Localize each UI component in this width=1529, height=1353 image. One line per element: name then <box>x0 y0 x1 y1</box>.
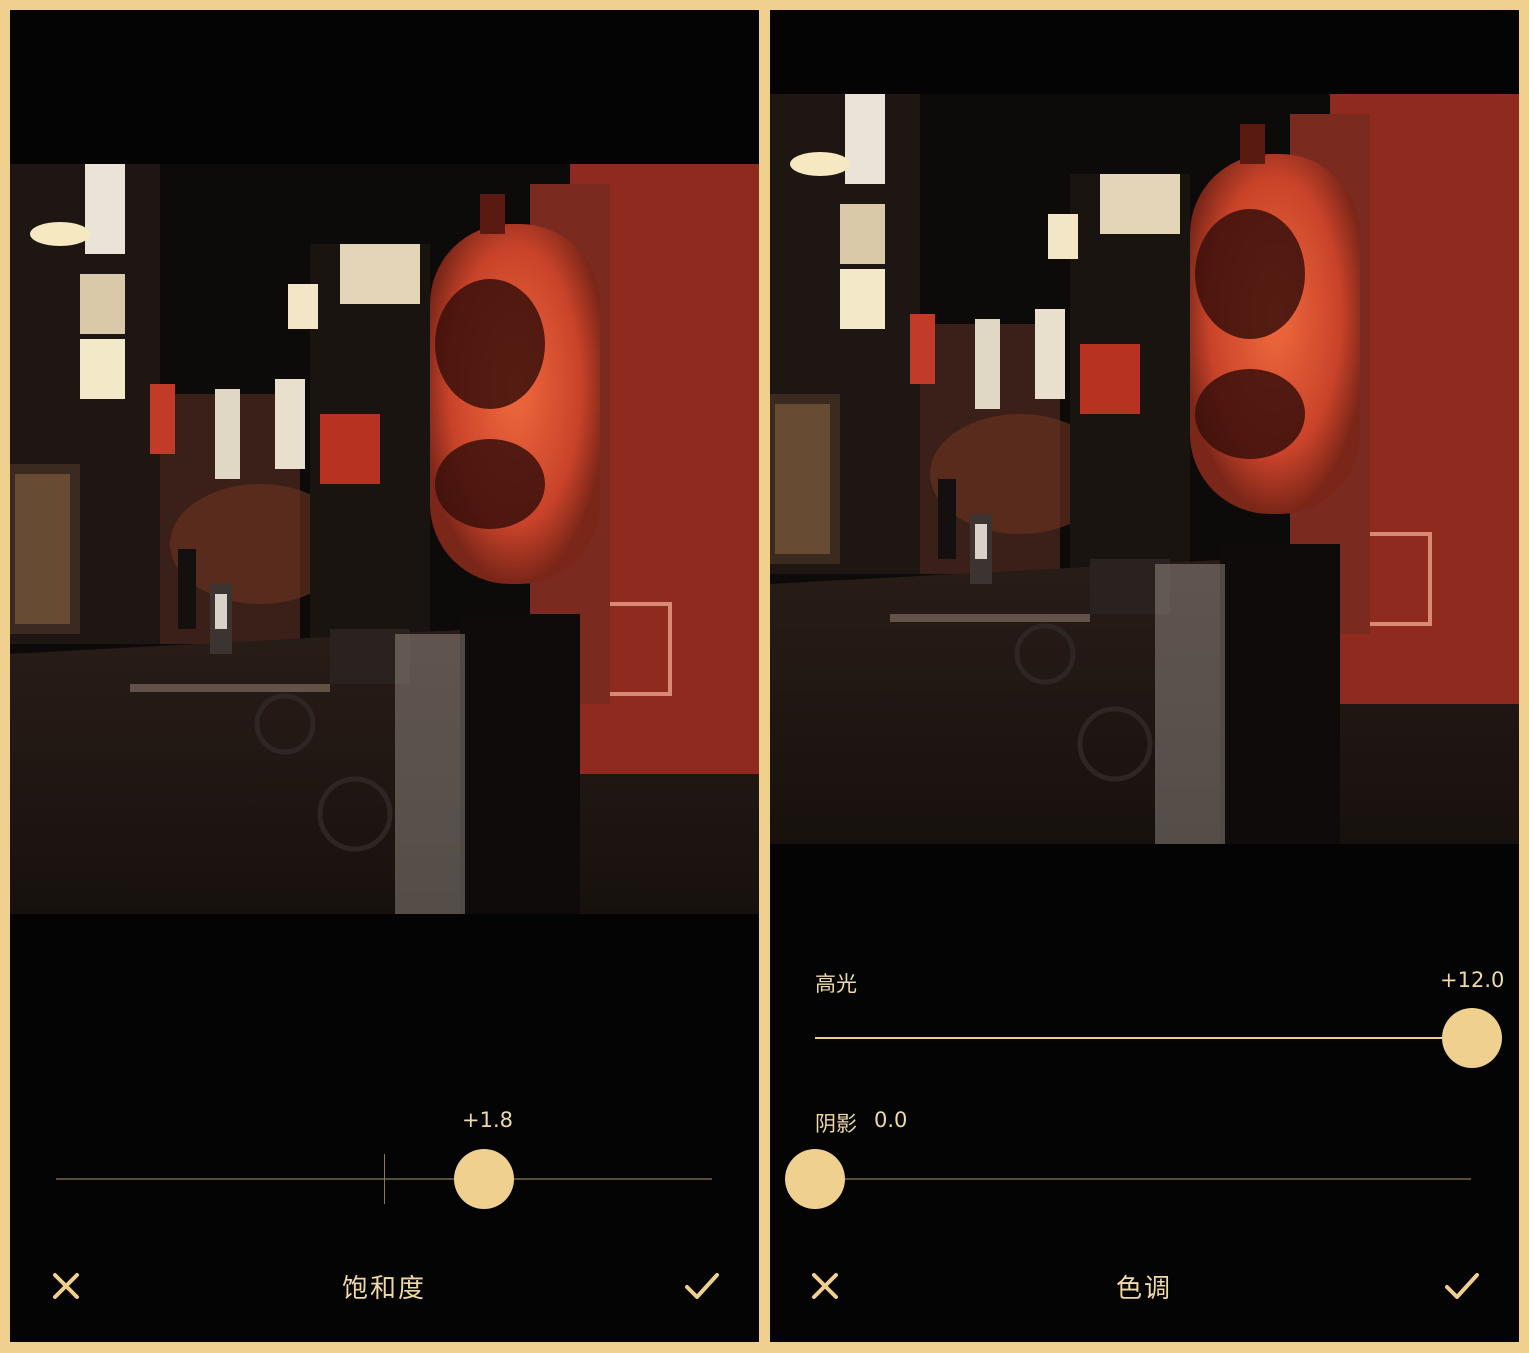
slider-knob[interactable] <box>454 1149 514 1209</box>
slider-knob[interactable] <box>1442 1008 1502 1068</box>
slider-center-tick <box>384 1154 385 1204</box>
street-night-photo <box>10 164 759 914</box>
saturation-editor-panel: +1.8 饱和度 <box>10 10 759 1342</box>
cancel-button[interactable] <box>805 1266 845 1306</box>
highlights-label: 高光 <box>815 972 857 996</box>
tool-title: 色调 <box>1115 1274 1172 1304</box>
confirm-button[interactable] <box>682 1266 722 1306</box>
close-icon <box>812 1273 838 1299</box>
photo-preview <box>10 164 759 914</box>
shadows-value: 0.0 <box>874 1108 908 1132</box>
check-icon <box>685 1273 719 1299</box>
tone-editor-panel: 高光 +12.0 阴影 0.0 色调 <box>770 10 1519 1342</box>
tool-title: 饱和度 <box>341 1274 426 1304</box>
cancel-button[interactable] <box>46 1266 86 1306</box>
saturation-value: +1.8 <box>462 1108 513 1132</box>
check-icon <box>1445 1273 1479 1299</box>
close-icon <box>53 1273 79 1299</box>
highlights-value: +12.0 <box>1440 968 1505 992</box>
shadows-label: 阴影 <box>815 1112 857 1136</box>
slider-track[interactable] <box>815 1178 1471 1180</box>
confirm-button[interactable] <box>1442 1266 1482 1306</box>
slider-knob[interactable] <box>785 1149 845 1209</box>
slider-track[interactable] <box>815 1037 1471 1039</box>
photo-preview <box>770 94 1519 844</box>
street-night-photo <box>770 94 1519 844</box>
